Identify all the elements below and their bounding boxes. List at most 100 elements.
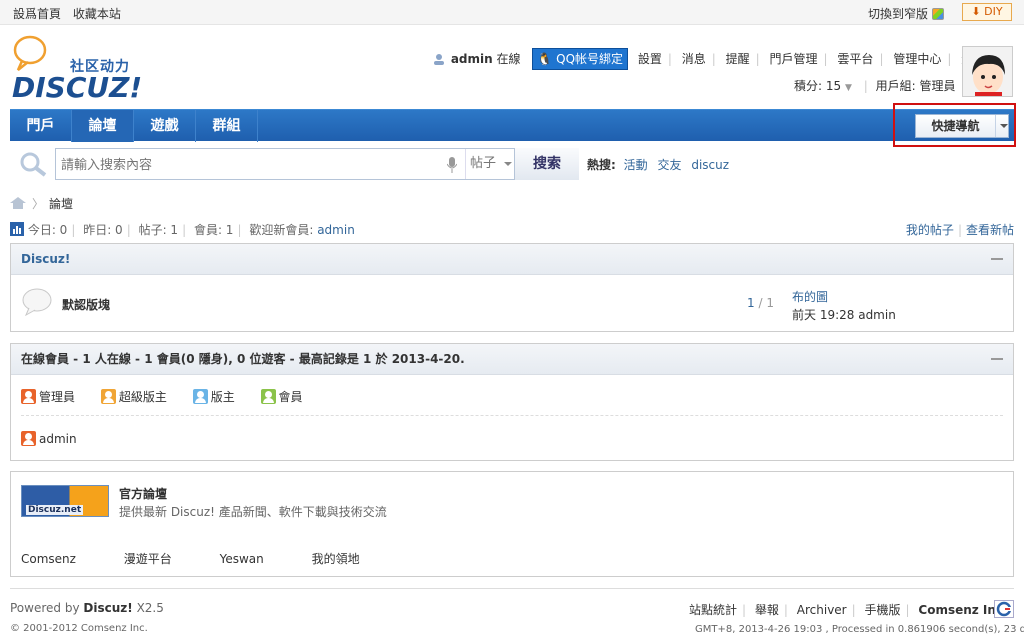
category-title[interactable]: Discuz! (21, 252, 70, 266)
friend-links-panel: Discuz.net 官方論壇 提供最新 Discuz! 產品新聞、軟件下載與技… (10, 471, 1014, 577)
search-button[interactable]: 搜索 (514, 148, 579, 180)
notifications-link[interactable]: 提醒 (726, 52, 750, 66)
online-title[interactable]: 在線會員 - 1 人在線 - 1 會員(0 隱身), 0 位遊客 - 最高記錄是… (21, 352, 465, 366)
user-group-link[interactable]: 用戶組: 管理員 (876, 79, 956, 93)
settings-link[interactable]: 設置 (638, 52, 662, 66)
hot-term-friends[interactable]: 交友 (657, 158, 681, 172)
official-forum-link[interactable]: 官方論壇 (119, 485, 167, 502)
points-dropdown[interactable]: 積分: 15 ▼ (794, 79, 852, 93)
collapse-icon[interactable] (991, 358, 1003, 360)
footer-divider (10, 588, 1014, 589)
diy-label: DIY (984, 5, 1003, 18)
admin-user-icon (21, 389, 36, 404)
nav-item-groups[interactable]: 群組 (196, 110, 258, 142)
forum-category-panel: Discuz! 默認版塊 1 / 1 布的圖 前天 19:28 admin (10, 243, 1014, 332)
chevron-down-icon (504, 162, 512, 166)
member-legend: 管理員 超級版主 版主 會員 (21, 388, 325, 405)
stats-welcome-label: 歡迎新會員: (249, 223, 314, 237)
logo-tagline: 社区动力 (70, 59, 130, 75)
online-user-name: admin (39, 432, 77, 446)
thread-count: 1 (747, 296, 755, 310)
stats-posts: 帖子: 1 (138, 223, 179, 237)
cloud-platform-link[interactable]: 雲平台 (837, 52, 873, 66)
nav-item-portal[interactable]: 門戶 (10, 110, 72, 142)
powered-prefix: Powered by (10, 601, 80, 615)
stats-yesterday: 昨日: 0 (83, 223, 123, 237)
category-header: Discuz! (11, 244, 1013, 275)
server-info: GMT+8, 2013-4-26 19:03 , Processed in 0.… (695, 624, 1024, 635)
new-posts-link[interactable]: 查看新帖 (966, 223, 1014, 237)
hot-search-label: 熱搜: (587, 158, 616, 172)
legend-member: 會員 (278, 390, 303, 404)
nav-item-forum[interactable]: 論壇 (72, 110, 134, 142)
version: X2.5 (136, 601, 164, 615)
search-input[interactable] (61, 155, 441, 175)
my-posts-link[interactable]: 我的帖子 (906, 223, 954, 237)
link-my-territory[interactable]: 我的領地 (312, 550, 360, 567)
avatar-image-icon (963, 47, 1012, 96)
newest-member-link[interactable]: admin (317, 223, 355, 237)
divider (21, 415, 1003, 416)
bookmark-link[interactable]: 收藏本站 (73, 7, 121, 21)
forum-bubble-icon (22, 288, 52, 316)
stats-today: 今日: 0 (27, 223, 68, 237)
bar-chart-icon (10, 222, 24, 236)
admin-user-icon (21, 431, 36, 446)
breadcrumb-current[interactable]: 論壇 (49, 197, 73, 211)
report-link[interactable]: 舉報 (755, 603, 779, 617)
online-members-panel: 在線會員 - 1 人在線 - 1 會員(0 隱身), 0 位遊客 - 最高記錄是… (10, 343, 1014, 461)
site-logo[interactable]: DISCUZ! 社区动力 (10, 34, 145, 104)
count-separator: / (754, 296, 767, 310)
hot-term-activity[interactable]: 活動 (624, 158, 648, 172)
home-icon[interactable] (10, 197, 26, 209)
hot-term-discuz[interactable]: discuz (691, 158, 729, 172)
main-nav: 門戶 論壇 遊戲 群組 快捷導航 (10, 109, 1014, 142)
admin-center-link[interactable]: 管理中心 (893, 52, 941, 66)
set-homepage-link[interactable]: 設爲首頁 (13, 7, 61, 21)
link-manyou[interactable]: 漫遊平台 (124, 550, 172, 567)
width-toggle-icon (932, 8, 945, 20)
text-links: Comsenz 漫遊平台 Yeswan 我的領地 (21, 550, 404, 567)
copyright: © 2001-2012 Comsenz Inc. (10, 623, 148, 634)
member-icon (260, 389, 276, 404)
security-badge-icon[interactable] (994, 600, 1014, 618)
qq-bind-label: QQ帐号綁定 (556, 52, 624, 66)
footer-links: 站點統計 | 舉報 | Archiver | 手機版 | Comsenz Inc. (689, 603, 1008, 617)
discuz-banner-logo[interactable]: Discuz.net (21, 485, 109, 517)
qq-bind-button[interactable]: 🐧 QQ帐号綁定 (532, 48, 629, 70)
breadcrumb: 〉論壇 (10, 195, 73, 211)
diy-button[interactable]: ⬇ DIY (962, 3, 1012, 21)
chevron-down-icon: ▼ (844, 83, 852, 93)
search-bar: 帖子 搜索 熱搜: 活動 交友 discuz (10, 145, 1014, 181)
site-stats-link[interactable]: 站點統計 (689, 603, 737, 617)
messages-link[interactable]: 消息 (682, 52, 706, 66)
mobile-link[interactable]: 手機版 (865, 603, 901, 617)
powered-name-link[interactable]: Discuz! (83, 601, 132, 615)
nav-item-games[interactable]: 遊戲 (134, 110, 196, 142)
powered-by: Powered by Discuz! X2.5 (10, 601, 164, 615)
user-bar: admin 在線 🐧 QQ帐号綁定 設置 | 消息 | 提醒 | 門戶管理 | 雲平台 |… (433, 48, 985, 70)
forum-counts: 1 / 1 (747, 296, 774, 310)
username-link[interactable]: admin (451, 52, 493, 66)
online-user[interactable]: admin (21, 431, 77, 446)
points-label: 積分: 15 (794, 79, 842, 93)
last-post-title-link[interactable]: 布的圖 (792, 288, 896, 306)
microphone-icon[interactable] (447, 157, 457, 173)
online-status: 在線 (496, 52, 521, 66)
link-yeswan[interactable]: Yeswan (220, 552, 264, 566)
switch-width-link[interactable]: 切換到窄版 (868, 5, 945, 22)
hot-search: 熱搜: 活動 交友 discuz (587, 156, 735, 173)
forum-name-link[interactable]: 默認版塊 (62, 296, 110, 313)
archiver-link[interactable]: Archiver (797, 603, 847, 617)
avatar[interactable] (962, 46, 1013, 97)
legend-super-moderator: 超級版主 (118, 390, 167, 404)
last-post: 布的圖 前天 19:28 admin (792, 288, 896, 324)
top-bar: 設爲首頁 收藏本站 切換到窄版 ⬇ DIY (0, 0, 1024, 25)
link-comsenz[interactable]: Comsenz (21, 552, 76, 566)
portal-admin-link[interactable]: 門戶管理 (770, 52, 818, 66)
collapse-icon[interactable] (991, 258, 1003, 260)
search-box: 帖子 搜索 (55, 148, 579, 180)
stats-members: 會員: 1 (193, 223, 234, 237)
switch-width-label: 切換到窄版 (868, 7, 929, 21)
search-type-select[interactable]: 帖子 (465, 149, 513, 179)
